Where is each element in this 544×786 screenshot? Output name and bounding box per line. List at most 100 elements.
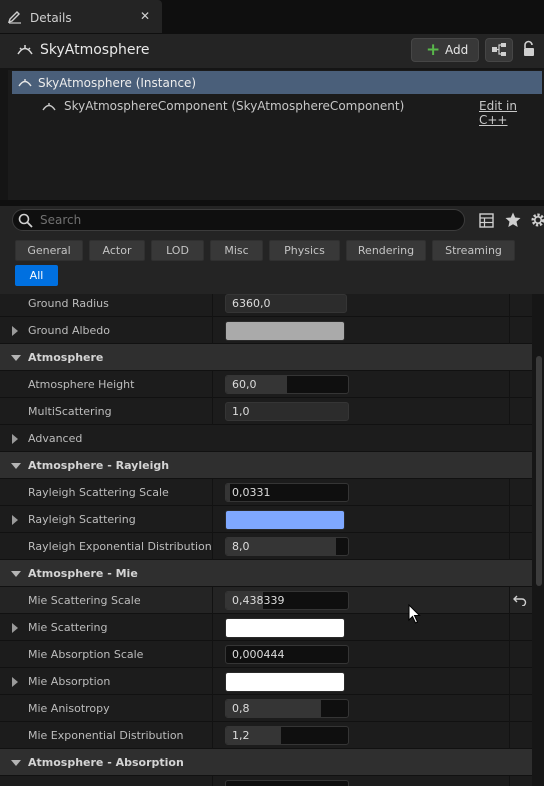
expand-arrow-icon[interactable] <box>12 326 18 336</box>
property-label: Mie Absorption <box>28 675 111 688</box>
field-value: 1,2 <box>232 729 250 742</box>
property-row-mie-scattering-scale: Mie Scattering Scale 0,438339 <box>0 587 532 614</box>
edit-in-cpp-link[interactable]: Edit in C++ <box>479 99 544 127</box>
category-streaming[interactable]: Streaming <box>432 240 515 261</box>
mie-exponential-distribution-field[interactable]: 1,2 <box>225 726 349 745</box>
mie-scattering-color[interactable] <box>225 618 345 638</box>
field-value: 0,000444 <box>232 648 285 661</box>
property-row-mie-absorption: Mie Absorption <box>0 668 532 695</box>
plus-icon: + <box>426 40 441 60</box>
tree-item-instance[interactable]: SkyAtmosphere (Instance) <box>12 71 542 94</box>
section-atmosphere-mie[interactable]: Atmosphere - Mie <box>0 560 532 587</box>
mouse-cursor-icon <box>408 604 421 624</box>
property-label: Rayleigh Scattering Scale <box>28 486 169 499</box>
collapse-arrow-icon <box>11 571 21 577</box>
add-label: Add <box>445 43 469 57</box>
atmosphere-height-field[interactable]: 60,0 <box>225 375 349 394</box>
rayleigh-exponential-distribution-field[interactable]: 8,0 <box>225 537 349 556</box>
rayleigh-scattering-scale-field[interactable]: 0,0331 <box>225 483 349 502</box>
mie-anisotropy-field[interactable]: 0,8 <box>225 699 349 718</box>
property-row-atmosphere-height: Atmosphere Height 60,0 <box>0 371 532 398</box>
star-icon[interactable] <box>504 211 522 229</box>
property-row-ground-radius: Ground Radius 6360,0 <box>0 294 532 317</box>
property-label: Advanced <box>28 432 83 445</box>
tree-item-component[interactable]: SkyAtmosphereComponent (SkyAtmosphereCom… <box>40 98 500 116</box>
property-label: Mie Anisotropy <box>28 702 110 715</box>
section-atmosphere[interactable]: Atmosphere <box>0 344 532 371</box>
section-atmosphere-rayleigh[interactable]: Atmosphere - Rayleigh <box>0 452 532 479</box>
section-title: Atmosphere - Rayleigh <box>28 459 170 472</box>
partial-field[interactable] <box>225 780 349 786</box>
property-label: Rayleigh Scattering <box>28 513 136 526</box>
category-general[interactable]: General <box>15 240 83 261</box>
reset-to-default-icon[interactable] <box>513 594 527 606</box>
rayleigh-scattering-color[interactable] <box>225 510 345 530</box>
property-row-advanced[interactable]: Advanced <box>0 425 532 452</box>
property-row-rayleigh-scattering: Rayleigh Scattering <box>0 506 532 533</box>
field-value: 0,438339 <box>232 594 285 607</box>
sky-atmosphere-icon <box>17 45 33 55</box>
field-value: 1,0 <box>232 405 250 418</box>
property-label: Ground Albedo <box>28 324 111 337</box>
property-label: Ground Radius <box>28 297 109 310</box>
property-label: Mie Scattering Scale <box>28 594 141 607</box>
table-view-icon[interactable] <box>479 213 494 228</box>
collapse-arrow-icon <box>11 463 21 469</box>
section-atmosphere-absorption[interactable]: Atmosphere - Absorption <box>0 749 532 776</box>
add-component-button[interactable]: + Add <box>411 38 479 62</box>
expand-arrow-icon[interactable] <box>12 623 18 633</box>
pencil-icon <box>7 11 21 24</box>
tab-title: Details <box>30 11 72 25</box>
property-row-rayleigh-scattering-scale: Rayleigh Scattering Scale 0,0331 <box>0 479 532 506</box>
ground-radius-field[interactable]: 6360,0 <box>225 294 347 313</box>
ground-albedo-color[interactable] <box>225 321 345 341</box>
search-icon <box>18 213 33 228</box>
multiscattering-field[interactable]: 1,0 <box>225 402 349 421</box>
collapse-arrow-icon <box>11 760 21 766</box>
hierarchy-icon <box>492 43 506 56</box>
vertical-scrollbar[interactable] <box>532 294 544 786</box>
field-value: 6360,0 <box>232 297 271 310</box>
scrollbar-thumb[interactable] <box>536 356 542 586</box>
tab-bar: Details ✕ <box>0 0 544 34</box>
lock-icon[interactable] <box>522 40 536 58</box>
section-title: Atmosphere - Mie <box>28 567 138 580</box>
category-misc[interactable]: Misc <box>210 240 263 261</box>
expand-arrow-icon[interactable] <box>12 434 18 444</box>
field-value: 8,0 <box>232 540 250 553</box>
property-label: Mie Exponential Distribution <box>28 729 184 742</box>
property-row-mie-exponential-distribution: Mie Exponential Distribution 1,2 <box>0 722 532 749</box>
mie-absorption-color[interactable] <box>225 672 345 692</box>
value-fill <box>226 484 230 501</box>
category-physics[interactable]: Physics <box>269 240 340 261</box>
property-row-mie-absorption-scale: Mie Absorption Scale 0,000444 <box>0 641 532 668</box>
category-lod[interactable]: LOD <box>151 240 204 261</box>
property-label: Atmosphere Height <box>28 378 135 391</box>
section-title: Atmosphere <box>28 351 104 364</box>
category-all[interactable]: All <box>15 265 58 286</box>
close-icon[interactable]: ✕ <box>140 9 150 23</box>
expand-arrow-icon[interactable] <box>12 515 18 525</box>
blueprint-button[interactable] <box>485 38 513 62</box>
property-label: Rayleigh Exponential Distribution <box>28 540 212 553</box>
mie-absorption-scale-field[interactable]: 0,000444 <box>225 645 349 664</box>
category-rendering[interactable]: Rendering <box>346 240 426 261</box>
property-label: Mie Scattering <box>28 621 108 634</box>
property-row-mie-anisotropy: Mie Anisotropy 0,8 <box>0 695 532 722</box>
mie-scattering-scale-field[interactable]: 0,438339 <box>225 591 349 610</box>
details-tab[interactable]: Details ✕ <box>0 0 162 33</box>
section-title: Atmosphere - Absorption <box>28 756 184 769</box>
search-input[interactable] <box>40 212 440 228</box>
property-list: Ground Radius 6360,0 Ground Albedo Atmos… <box>0 294 544 786</box>
sky-atmosphere-icon <box>42 103 56 111</box>
property-row-mie-scattering: Mie Scattering <box>0 614 532 641</box>
category-actor[interactable]: Actor <box>89 240 145 261</box>
search-box[interactable] <box>12 209 465 231</box>
property-row-rayleigh-exponential-distribution: Rayleigh Exponential Distribution 8,0 <box>0 533 532 560</box>
expand-arrow-icon[interactable] <box>12 677 18 687</box>
field-value: 0,0331 <box>232 486 271 499</box>
collapse-arrow-icon <box>11 355 21 361</box>
property-label: Mie Absorption Scale <box>28 648 144 661</box>
gear-icon[interactable] <box>529 211 544 229</box>
property-label: MultiScattering <box>28 405 112 418</box>
